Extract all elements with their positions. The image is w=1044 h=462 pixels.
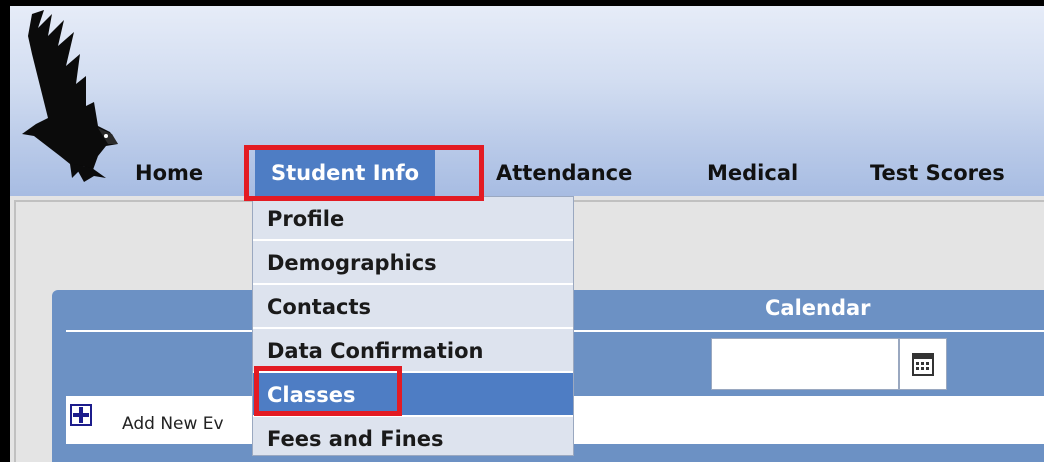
menu-item-fees-and-fines[interactable]: Fees and Fines bbox=[253, 417, 573, 461]
calendar-title: Calendar bbox=[765, 296, 871, 320]
nav-student-info[interactable]: Student Info bbox=[255, 150, 436, 196]
nav-attendance[interactable]: Attendance bbox=[496, 150, 632, 196]
calendar-picker-button[interactable] bbox=[899, 338, 947, 390]
menu-item-classes[interactable]: Classes bbox=[253, 373, 573, 417]
window-top-border bbox=[0, 0, 1044, 6]
calendar-icon bbox=[912, 353, 934, 376]
add-icon[interactable] bbox=[69, 403, 93, 427]
add-new-event-link[interactable]: Add New Ev bbox=[122, 414, 262, 434]
student-info-dropdown: Profile Demographics Contacts Data Confi… bbox=[252, 196, 574, 456]
menu-item-profile[interactable]: Profile bbox=[253, 197, 573, 241]
date-input[interactable] bbox=[711, 338, 899, 390]
menu-item-data-confirmation[interactable]: Data Confirmation bbox=[253, 329, 573, 373]
nav-test-scores[interactable]: Test Scores bbox=[870, 150, 1005, 196]
nav-home[interactable]: Home bbox=[135, 150, 203, 196]
nav-medical[interactable]: Medical bbox=[707, 150, 798, 196]
app-window: Home Student Info Attendance Medical Tes… bbox=[0, 0, 1044, 462]
window-left-border bbox=[0, 0, 10, 462]
main-nav: Home Student Info Attendance Medical Tes… bbox=[10, 150, 1044, 196]
menu-item-contacts[interactable]: Contacts bbox=[253, 285, 573, 329]
menu-item-demographics[interactable]: Demographics bbox=[253, 241, 573, 285]
